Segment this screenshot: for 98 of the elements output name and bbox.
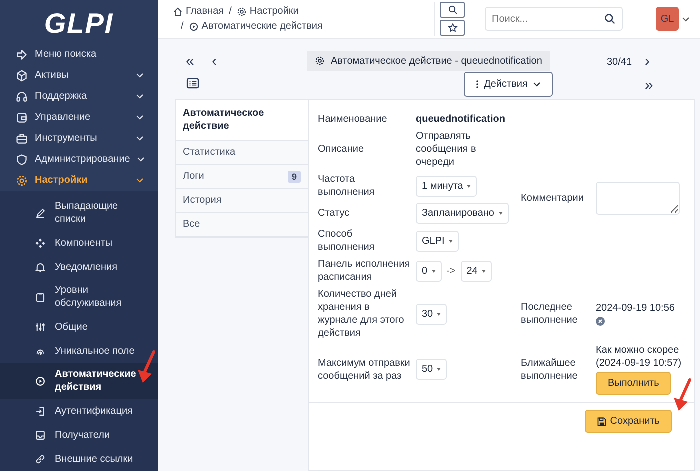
actions-button[interactable]: Действия: [464, 72, 553, 97]
dropdown-arrow-icon: [432, 270, 436, 272]
breadcrumb-link[interactable]: Главная: [173, 6, 224, 17]
caret-icon: [532, 82, 541, 87]
link-icon: [35, 454, 46, 464]
submenu-item[interactable]: Получатели: [0, 423, 158, 447]
field-label: Частота выполнения: [318, 173, 376, 199]
gear-icon: [16, 174, 28, 186]
arrow-icon: [16, 48, 28, 60]
field-label: Способ выполнения: [318, 228, 376, 254]
last-button[interactable]: »: [645, 78, 654, 94]
tab[interactable]: Автоматическое действие: [176, 100, 308, 141]
dropdown[interactable]: 0: [416, 260, 442, 282]
field-label: Ближайшее выполнение: [521, 356, 579, 382]
save-button[interactable]: Сохранить: [585, 410, 672, 433]
field-value: queuednotification: [416, 114, 506, 125]
sidebar-item[interactable]: Меню поиска: [0, 44, 158, 65]
dropdown-arrow-icon: [448, 240, 453, 242]
run-button[interactable]: Выполнить: [596, 372, 672, 395]
field-label: Максимум отправки сообщений за раз: [318, 356, 412, 382]
sidebar-item[interactable]: Инструменты: [0, 128, 158, 149]
dropdown[interactable]: 30: [416, 304, 448, 324]
submenu-item[interactable]: Уведомления: [0, 255, 158, 279]
list-icon[interactable]: [186, 78, 200, 88]
caret-icon: [682, 16, 690, 22]
submenu-item[interactable]: Автоматические действия: [0, 363, 158, 399]
diamonds-icon: [35, 238, 46, 248]
field-label: Статус: [318, 207, 351, 220]
headset-icon: [16, 90, 28, 102]
search-icon: [604, 13, 616, 25]
submenu-item[interactable]: Общие: [0, 315, 158, 339]
gear-icon: [315, 56, 325, 66]
shield-icon: [16, 154, 28, 166]
home-icon: [173, 6, 183, 16]
dropdown[interactable]: 24: [460, 260, 492, 282]
dropdown[interactable]: 1 минута: [416, 176, 478, 196]
sidebar-item[interactable]: Настройки: [0, 170, 158, 191]
dropdown-arrow-icon: [437, 312, 442, 316]
breadcrumb-separator: /: [181, 21, 184, 32]
clear-icon[interactable]: [596, 317, 605, 326]
search-button[interactable]: [440, 2, 465, 18]
breadcrumb-separator: /: [229, 6, 232, 17]
bookmark-button[interactable]: [440, 20, 465, 36]
dropdown-arrow-icon: [482, 270, 486, 272]
pencil-icon: [35, 208, 46, 218]
count-badge: 9: [288, 170, 301, 182]
field-label: Количество дней хранения в журнале для этого действия: [318, 288, 406, 340]
gear-icon: [236, 6, 247, 16]
field-label: Наименование: [318, 113, 388, 126]
submenu-item[interactable]: Компоненты: [0, 231, 158, 255]
dropdown[interactable]: 50: [416, 359, 448, 380]
dropdown-arrow-icon: [437, 368, 442, 371]
dropdown-arrow-icon: [498, 212, 502, 215]
logo: GLPI: [43, 7, 115, 41]
submenu-item[interactable]: Аутентификация: [0, 399, 158, 423]
first-button[interactable]: «: [186, 54, 194, 70]
dropdown-arrow-icon: [467, 184, 472, 188]
page-title-text: Автоматическое действие - queuednotification: [331, 56, 542, 66]
field-value: Отправлять сообщения в очереди: [416, 130, 478, 169]
clipboard-icon: [35, 292, 46, 302]
range-separator: ->: [446, 266, 456, 276]
breadcrumb-link[interactable]: Настройки: [236, 6, 299, 17]
wallet-icon: [16, 112, 28, 124]
play-circle-icon: [35, 376, 46, 386]
submenu-item[interactable]: Внешние ссылки: [0, 447, 158, 471]
sidebar-item[interactable]: Активы: [0, 65, 158, 86]
sidebar-item[interactable]: Администрирование: [0, 149, 158, 170]
inbox-icon: [35, 430, 46, 440]
submenu-item[interactable]: Выпадающие списки: [0, 195, 158, 231]
comments-field[interactable]: [596, 182, 680, 215]
toolbox-icon: [16, 132, 28, 144]
field-value: Как можно скорее (2024-09-19 10:57): [596, 344, 683, 370]
login-icon: [35, 406, 46, 416]
tab[interactable]: Логи 9: [176, 165, 308, 189]
field-value: 2024-09-19 10:56: [596, 302, 675, 315]
submenu-item[interactable]: Уровни обслуживания: [0, 279, 158, 315]
search-icon: [448, 5, 458, 15]
field-label: Последнее выполнение: [521, 301, 579, 327]
field-label: Комментарии: [521, 192, 585, 205]
search-field[interactable]: Поиск...: [485, 7, 623, 31]
field-label: Панель исполнения расписания: [318, 258, 412, 284]
sidebar-item[interactable]: Поддержка: [0, 86, 158, 107]
dropdown[interactable]: Запланировано: [416, 203, 508, 224]
star-icon: [448, 23, 458, 33]
next-button[interactable]: ›: [645, 54, 650, 70]
field-label: Описание: [318, 143, 366, 156]
sliders-icon: [35, 322, 46, 332]
previous-button[interactable]: ‹: [212, 54, 217, 70]
sidebar-item[interactable]: Управление: [0, 107, 158, 128]
cube-icon: [16, 70, 28, 82]
record-counter: 30/41: [607, 56, 634, 68]
bell-icon: [35, 262, 46, 272]
submenu-item[interactable]: Уникальное поле: [0, 339, 158, 363]
breadcrumb-link[interactable]: Автоматические действия: [188, 21, 323, 32]
more-icon: [476, 79, 480, 90]
play-circle-icon: [188, 22, 199, 32]
floppy-icon: [597, 416, 608, 426]
dropdown[interactable]: GLPI: [416, 230, 459, 252]
